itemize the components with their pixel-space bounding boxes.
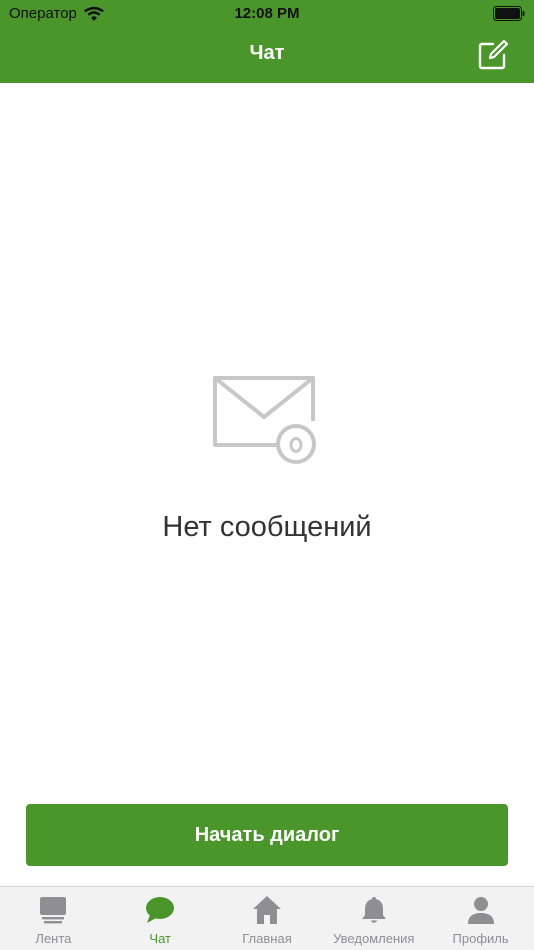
person-icon (467, 897, 494, 924)
status-bar: Оператор 12:08 PM (0, 0, 534, 28)
tab-label: Уведомления (333, 931, 415, 946)
page-title: Чат (249, 42, 285, 64)
status-time: 12:08 PM (234, 5, 300, 22)
tab-chat[interactable]: Чат (107, 887, 214, 950)
tab-feed[interactable]: Лента (0, 887, 107, 950)
tab-label: Лента (35, 931, 72, 946)
empty-state: Нет сообщений (0, 375, 534, 544)
tab-notifications[interactable]: Уведомления (320, 887, 427, 950)
feed-icon (40, 897, 67, 924)
tab-label: Главная (242, 931, 292, 946)
start-dialog-button[interactable]: Начать диалог (26, 804, 508, 866)
bell-icon (361, 897, 386, 923)
tab-label: Чат (149, 931, 171, 946)
tab-profile[interactable]: Профиль (427, 887, 534, 950)
tab-bar: Лента Чат Главная Уведомления Профиль (0, 886, 534, 950)
tab-label: Профиль (452, 931, 509, 946)
tab-home[interactable]: Главная (214, 887, 321, 950)
chat-bubble-icon (146, 897, 175, 923)
empty-message: Нет сообщений (162, 511, 372, 543)
header: Оператор 12:08 PM Чат (0, 0, 534, 83)
home-icon (252, 896, 281, 924)
compose-icon[interactable] (478, 40, 508, 70)
battery-icon (493, 6, 525, 21)
empty-mail-icon (213, 376, 316, 464)
